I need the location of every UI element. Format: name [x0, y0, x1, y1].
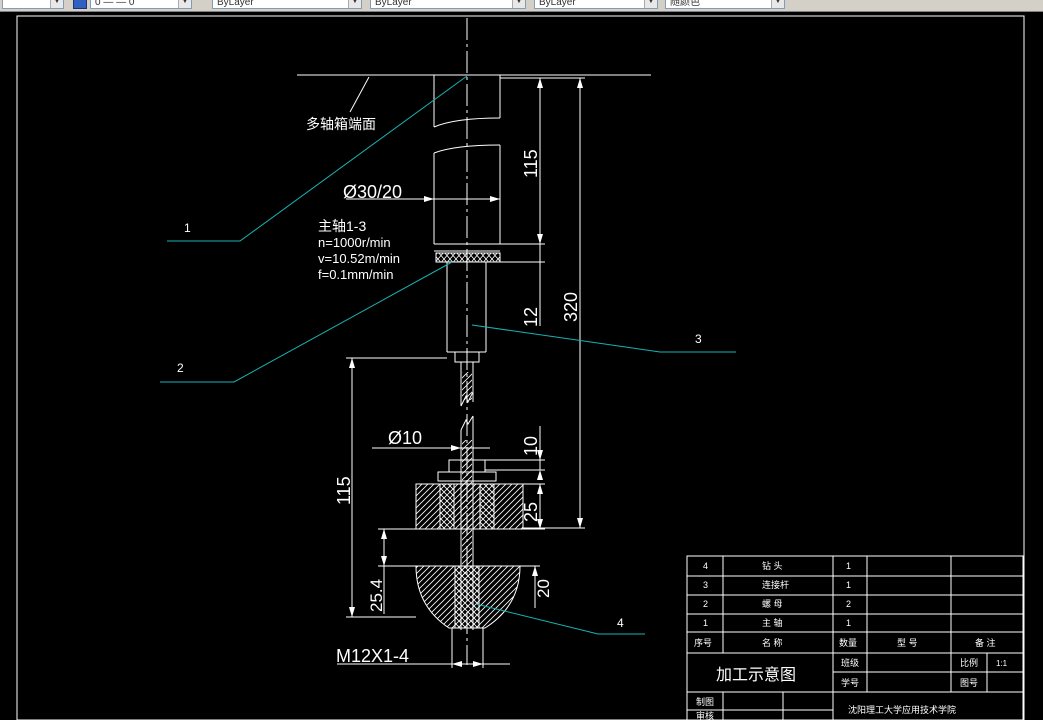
drawing-canvas[interactable]: 多轴箱端面 Ø30/20 115 12 320 115 Ø10 10 25 25… [0, 12, 1043, 720]
svg-text:主轴1-3: 主轴1-3 [318, 218, 366, 234]
chevron-down-icon: ▼ [512, 0, 525, 8]
chevron-down-icon: ▼ [50, 0, 63, 8]
reviewed-label: 审核 [696, 710, 714, 720]
school-name: 沈阳理工大学应用技术学院 [848, 704, 956, 715]
header-qty: 数量 [839, 637, 857, 648]
linetype-select[interactable]: ByLayer ▼ [370, 0, 526, 9]
bom-row-2-no: 2 [703, 599, 708, 609]
bom-row-3-no: 3 [703, 580, 708, 590]
headstock-face: 多轴箱端面 [297, 74, 651, 132]
chevron-down-icon: ▼ [348, 0, 361, 8]
workpiece [415, 565, 521, 629]
bom-row-4-qty: 1 [846, 561, 851, 571]
spindle-spec: 主轴1-3 n=1000r/min v=10.52m/min f=0.1mm/m… [318, 218, 400, 282]
chevron-down-icon: ▼ [771, 0, 784, 8]
layer-dropdown-tail[interactable]: ▼ [2, 0, 64, 9]
dim-12: 12 [521, 307, 541, 327]
svg-text:f=0.1mm/min: f=0.1mm/min [318, 267, 394, 282]
dim-20: 20 [534, 579, 553, 598]
leader-label-3: 3 [695, 332, 702, 346]
chevron-down-icon: ▼ [178, 0, 191, 8]
dim-thread: M12X1-4 [336, 646, 409, 666]
header-name: 名 称 [762, 637, 783, 648]
header-no: 序号 [694, 637, 712, 648]
dim-dia-lower: Ø10 [388, 428, 422, 448]
header-remark: 备 注 [975, 637, 996, 648]
dim-115-upper: 115 [521, 149, 541, 178]
scale-value: 1:1 [996, 659, 1008, 668]
layer-manager-icon[interactable] [73, 0, 87, 9]
dim-320: 320 [561, 292, 581, 322]
header-model: 型 号 [897, 638, 918, 648]
drawing-title: 加工示意图 [716, 665, 796, 684]
bom-row-1-qty: 1 [846, 618, 851, 628]
bom-row-2-name: 螺 母 [762, 599, 783, 609]
dim-10: 10 [521, 436, 541, 456]
leader-label-1: 1 [184, 221, 191, 235]
plotstyle-select[interactable]: 随颜色 ▼ [665, 0, 785, 9]
dim-115-lower: 115 [334, 476, 354, 505]
lineweight-select[interactable]: ByLayer ▼ [534, 0, 658, 9]
scale-label: 比例 [960, 657, 978, 668]
nut [435, 252, 501, 263]
bom-row-1-no: 1 [703, 618, 708, 628]
bom-row-2-qty: 2 [846, 599, 851, 609]
dim-dia-upper: Ø30/20 [343, 182, 402, 202]
bom-row-4-name: 钻 头 [762, 560, 783, 571]
bom-row-3-name: 连接杆 [762, 579, 789, 590]
drawn-label: 制图 [696, 696, 714, 707]
bom-row-1-name: 主 轴 [762, 617, 783, 628]
class-label: 班级 [841, 657, 859, 668]
student-no-label: 学号 [841, 677, 859, 688]
color-select[interactable]: ByLayer ▼ [212, 0, 362, 9]
bom-row-4-no: 4 [703, 561, 708, 571]
headstock-face-label: 多轴箱端面 [306, 116, 376, 132]
layer-select[interactable]: 0 — — 0 ▼ [90, 0, 192, 9]
leader-label-2: 2 [177, 361, 184, 375]
svg-text:v=10.52m/min: v=10.52m/min [318, 251, 400, 266]
leader-label-4: 4 [617, 616, 624, 630]
dim-25-4: 25.4 [367, 579, 386, 612]
leader-lines [160, 75, 736, 635]
dim-25: 25 [521, 502, 541, 522]
bom-row-3-qty: 1 [846, 580, 851, 590]
drawing-no-label: 图号 [960, 678, 978, 688]
drill-bushing [415, 440, 524, 580]
chevron-down-icon: ▼ [644, 0, 657, 8]
properties-toolbar: ▼ 0 — — 0 ▼ ByLayer ▼ ByLayer ▼ ByLayer ▼ 随颜… [0, 0, 1043, 12]
svg-text:n=1000r/min: n=1000r/min [318, 235, 391, 250]
